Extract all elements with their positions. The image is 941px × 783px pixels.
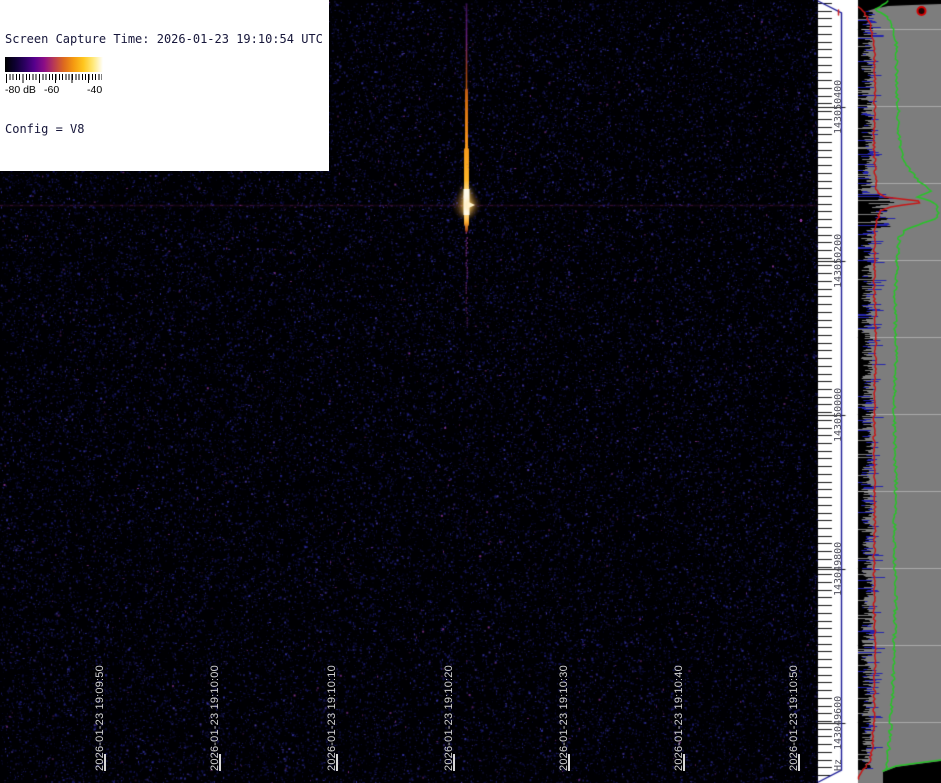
time-label: 2026-01-23 19:10:20: [443, 665, 456, 771]
config-text: Config = V8: [5, 122, 323, 137]
frequency-unit-label: Hz: [832, 759, 845, 771]
frequency-label: 143049600: [832, 696, 845, 750]
db-label-mid: -60: [44, 84, 59, 96]
color-gradient-bar: [5, 57, 103, 72]
time-label: 2026-01-23 19:10:50: [788, 665, 801, 771]
time-label: 2026-01-23 19:10:30: [558, 665, 571, 771]
db-label-max: -40: [87, 84, 102, 96]
color-scale-major-ticks: [6, 74, 103, 83]
db-label-min: -80 dB: [5, 84, 36, 96]
frequency-label: 143050000: [832, 388, 845, 442]
capture-time-text: Screen Capture Time: 2026-01-23 19:10:54…: [5, 32, 323, 47]
frequency-label: 143050200: [832, 234, 845, 288]
time-label: 2026-01-23 19:09:50: [94, 665, 107, 771]
time-label: 2026-01-23 19:10:00: [209, 665, 222, 771]
frequency-label: 143050400: [832, 80, 845, 134]
frequency-label: 143049800: [832, 542, 845, 596]
time-label: 2026-01-23 19:10:10: [326, 665, 339, 771]
color-scale-legend: -80 dB -60 -40: [3, 53, 107, 100]
meteor-spectrogram-app: Screen Capture Time: 2026-01-23 19:10:54…: [0, 0, 941, 783]
time-label: 2026-01-23 19:10:40: [673, 665, 686, 771]
